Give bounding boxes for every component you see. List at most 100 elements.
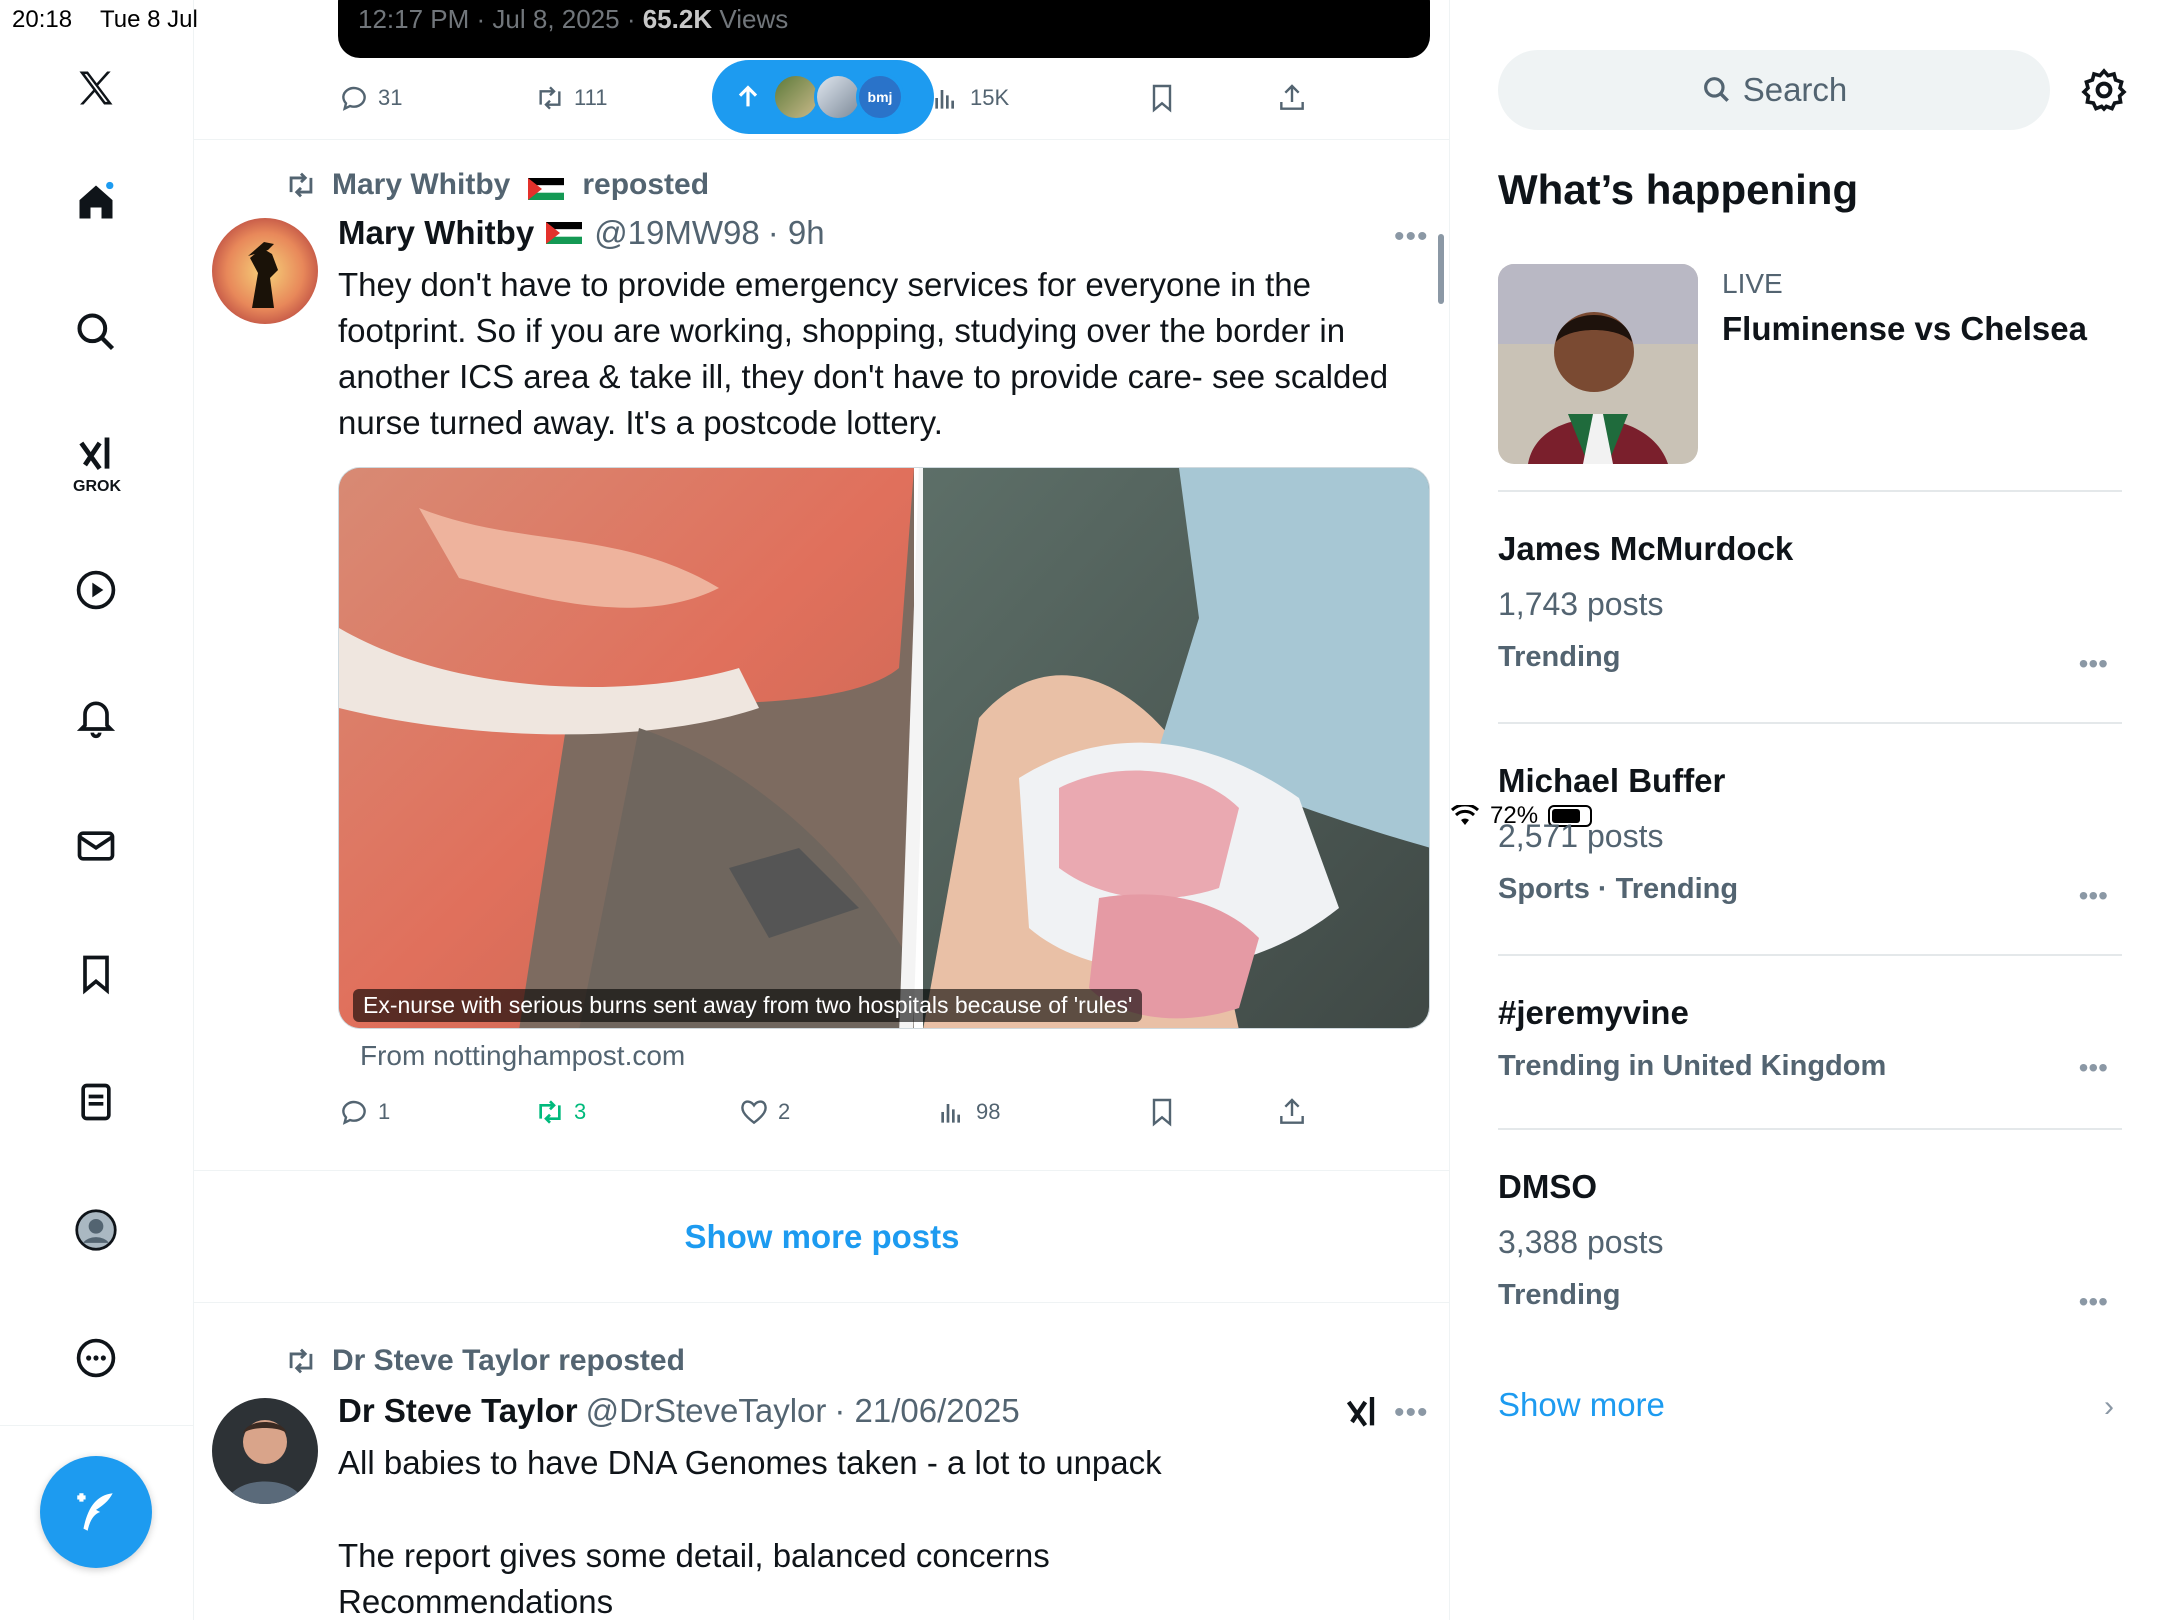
bookmark-icon xyxy=(1152,84,1172,113)
post-media-card[interactable]: Ex-nurse with serious burns sent away fr… xyxy=(338,467,1430,1029)
author-name[interactable]: Mary Whitby xyxy=(338,214,534,252)
trend-divider xyxy=(1498,1128,2122,1130)
new-posts-pill[interactable]: bmj xyxy=(712,60,934,134)
post-text-line-3: Recommendations xyxy=(338,1583,614,1620)
post-divider xyxy=(194,139,1450,140)
repost-button[interactable]: 111 xyxy=(534,82,607,114)
pill-avatar-bmj: bmj xyxy=(856,73,904,121)
search-icon xyxy=(1703,77,1729,102)
palestine-flag-icon xyxy=(528,174,565,200)
trend-divider xyxy=(1498,722,2122,724)
compose-post-button[interactable] xyxy=(40,1456,152,1568)
timeline: 12:17 PM · Jul 8, 2025 · 65.2K Views 31 … xyxy=(194,0,1450,1620)
post-actions: 1 3 2 98 xyxy=(338,1096,1338,1136)
chevron-right-icon[interactable]: › xyxy=(2104,1390,2114,1424)
post-divider xyxy=(194,1302,1450,1303)
grok-explain-icon[interactable] xyxy=(1342,1392,1382,1432)
reposted-by-line[interactable]: Dr Steve Taylor reposted xyxy=(284,1344,685,1378)
pill-avatar-1 xyxy=(772,73,820,121)
repost-small-icon xyxy=(289,172,313,198)
notifications-icon[interactable] xyxy=(72,694,120,742)
post-divider xyxy=(194,1170,1450,1171)
trend-item[interactable]: James McMurdock 1,743 posts Trending ••• xyxy=(1498,530,2122,679)
post-header: Mary Whitby @19MW98 · 9h xyxy=(338,214,825,252)
post-header: Dr Steve Taylor @DrSteveTaylor · 21/06/2… xyxy=(338,1392,1020,1430)
bookmark-button[interactable] xyxy=(1146,1096,1178,1128)
x-logo-icon[interactable] xyxy=(72,64,120,112)
author-handle[interactable]: @DrSteveTaylor xyxy=(586,1392,827,1430)
trend-more-icon[interactable]: ••• xyxy=(2079,1052,2108,1084)
author-name[interactable]: Dr Steve Taylor xyxy=(338,1392,578,1430)
whats-happening-title: What’s happening xyxy=(1498,166,1859,213)
views-button[interactable]: 98 xyxy=(936,1096,1000,1128)
repost-small-icon xyxy=(289,1348,313,1374)
post-more-icon[interactable]: ••• xyxy=(1394,1396,1429,1430)
author-avatar[interactable] xyxy=(212,1398,318,1504)
post-time[interactable]: · 9h xyxy=(768,214,825,252)
scrollbar-thumb[interactable] xyxy=(1438,234,1444,304)
repost-button-active[interactable]: 3 xyxy=(534,1096,586,1128)
share-button[interactable] xyxy=(1276,82,1308,114)
settings-gear-icon[interactable] xyxy=(2080,66,2128,114)
views-icon xyxy=(935,90,954,109)
trend-divider xyxy=(1498,490,2122,492)
pill-avatar-2 xyxy=(814,73,862,121)
link-source[interactable]: From nottinghampost.com xyxy=(360,1040,685,1072)
profile-avatar-icon[interactable] xyxy=(72,1206,120,1254)
reply-button[interactable]: 31 xyxy=(338,82,402,114)
repost-icon xyxy=(539,86,561,110)
home-icon[interactable] xyxy=(72,178,120,226)
heart-icon xyxy=(741,1100,767,1125)
nav-divider xyxy=(0,1425,194,1426)
live-event-thumbnail[interactable] xyxy=(1498,264,1698,464)
more-options-icon[interactable] xyxy=(72,1334,120,1382)
trend-more-icon[interactable]: ••• xyxy=(2079,648,2108,680)
grok-icon[interactable] xyxy=(72,430,120,478)
burn-injury-photo xyxy=(339,468,1429,1028)
reply-icon xyxy=(342,86,366,111)
views-button[interactable]: 15K xyxy=(930,82,1009,114)
author-avatar[interactable] xyxy=(212,218,318,324)
trend-item[interactable]: Michael Buffer 2,571 posts Sports · Tren… xyxy=(1498,762,2122,911)
show-more-posts-link[interactable]: Show more posts xyxy=(194,1172,1450,1302)
reply-icon xyxy=(342,1100,366,1125)
trend-item[interactable]: #jeremyvine Trending in United Kingdom •… xyxy=(1498,994,2122,1083)
reposted-by-line[interactable]: Mary Whitby reposted xyxy=(284,168,709,202)
trend-more-icon[interactable]: ••• xyxy=(2079,880,2108,912)
palestine-flag-icon xyxy=(546,214,583,244)
live-label: LIVE xyxy=(1722,268,1783,299)
share-icon xyxy=(1280,84,1304,110)
messages-icon[interactable] xyxy=(72,822,120,870)
repost-icon xyxy=(539,1100,561,1124)
trend-item[interactable]: DMSO 3,388 posts Trending ••• xyxy=(1498,1168,2122,1317)
video-icon[interactable] xyxy=(72,566,120,614)
post-text: They don't have to provide emergency ser… xyxy=(338,266,1389,441)
post-more-icon[interactable]: ••• xyxy=(1394,220,1429,254)
quoted-media-card[interactable]: 12:17 PM · Jul 8, 2025 · 65.2K Views xyxy=(338,0,1430,58)
bookmarks-icon[interactable] xyxy=(72,950,120,998)
live-event-title[interactable]: Fluminense vs Chelsea xyxy=(1722,310,2087,348)
bookmark-icon xyxy=(1152,1098,1172,1127)
author-handle[interactable]: @19MW98 xyxy=(594,214,760,252)
trend-divider xyxy=(1498,954,2122,956)
search-placeholder: Search xyxy=(1742,71,1848,108)
bookmark-button[interactable] xyxy=(1146,82,1178,114)
lists-icon[interactable] xyxy=(72,1078,120,1126)
like-button[interactable]: 2 xyxy=(738,1096,790,1128)
grok-label: GROK xyxy=(73,478,121,495)
compose-feather-icon xyxy=(77,1493,113,1531)
media-caption: Ex-nurse with serious burns sent away fr… xyxy=(353,989,1143,1022)
post-text-line-2: The report gives some detail, balanced c… xyxy=(338,1537,1050,1574)
share-button[interactable] xyxy=(1276,1096,1308,1128)
search-icon[interactable] xyxy=(72,308,120,356)
left-navigation: GROK xyxy=(0,0,194,1620)
post-time[interactable]: · 21/06/2025 xyxy=(834,1392,1019,1430)
show-more-trends-link[interactable]: Show more xyxy=(1498,1386,1665,1424)
post-text-line-1: All babies to have DNA Genomes taken - a… xyxy=(338,1444,1162,1481)
trend-more-icon[interactable]: ••• xyxy=(2079,1286,2108,1318)
reply-button[interactable]: 1 xyxy=(338,1096,390,1128)
search-box[interactable]: Search xyxy=(1498,50,2050,130)
arrow-up-icon xyxy=(738,85,758,107)
share-icon xyxy=(1280,1098,1304,1124)
views-icon xyxy=(941,1104,960,1123)
